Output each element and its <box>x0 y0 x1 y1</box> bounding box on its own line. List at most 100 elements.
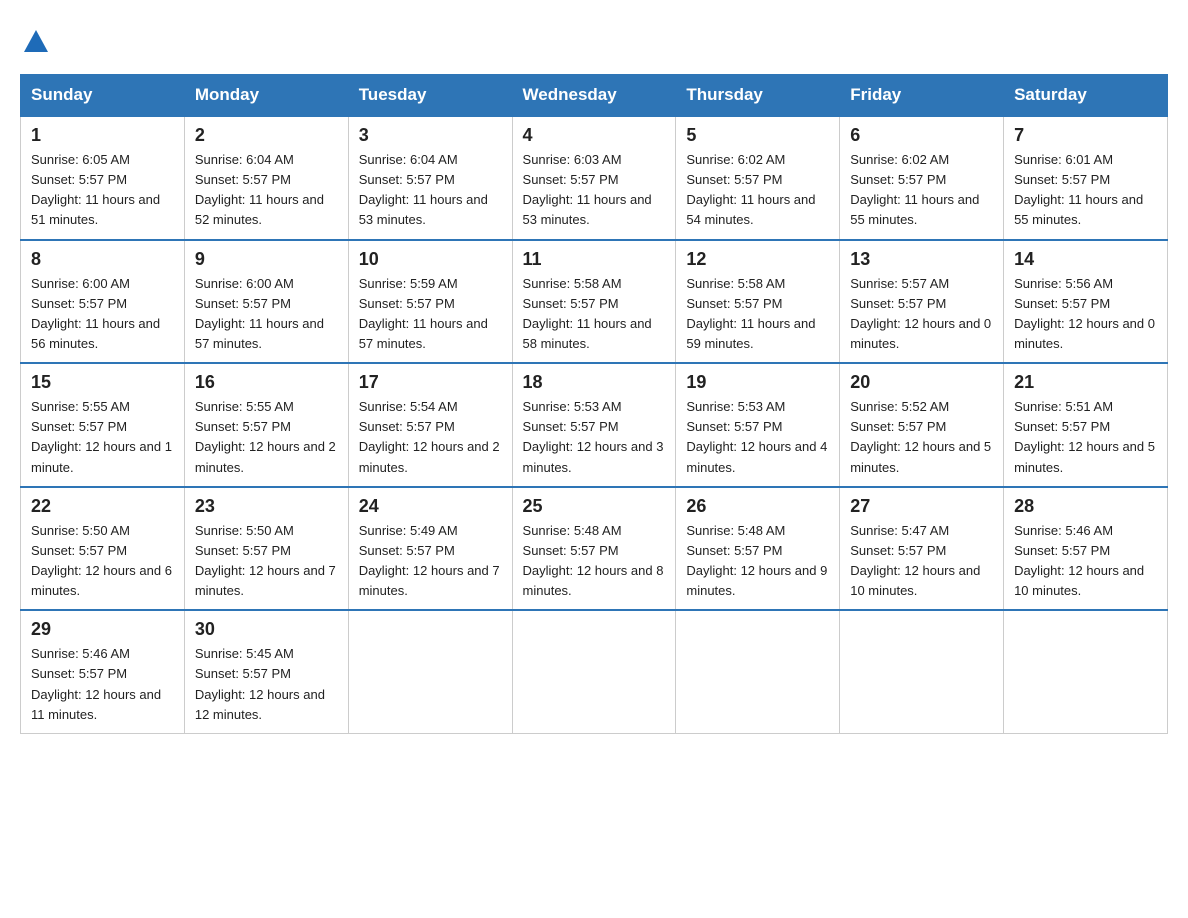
day-number: 16 <box>195 372 338 393</box>
calendar-cell: 9 Sunrise: 6:00 AMSunset: 5:57 PMDaylight… <box>184 240 348 364</box>
day-number: 2 <box>195 125 338 146</box>
day-number: 5 <box>686 125 829 146</box>
day-info: Sunrise: 5:48 AMSunset: 5:57 PMDaylight:… <box>523 521 666 602</box>
calendar-cell: 20 Sunrise: 5:52 AMSunset: 5:57 PMDayligh… <box>840 363 1004 487</box>
calendar-cell: 19 Sunrise: 5:53 AMSunset: 5:57 PMDayligh… <box>676 363 840 487</box>
calendar-cell: 5 Sunrise: 6:02 AMSunset: 5:57 PMDaylight… <box>676 116 840 240</box>
calendar-cell: 3 Sunrise: 6:04 AMSunset: 5:57 PMDaylight… <box>348 116 512 240</box>
week-row-1: 1 Sunrise: 6:05 AMSunset: 5:57 PMDaylight… <box>21 116 1168 240</box>
day-number: 25 <box>523 496 666 517</box>
day-number: 20 <box>850 372 993 393</box>
day-info: Sunrise: 5:55 AMSunset: 5:57 PMDaylight:… <box>31 397 174 478</box>
day-number: 3 <box>359 125 502 146</box>
day-number: 24 <box>359 496 502 517</box>
day-info: Sunrise: 5:59 AMSunset: 5:57 PMDaylight:… <box>359 274 502 355</box>
day-info: Sunrise: 6:01 AMSunset: 5:57 PMDaylight:… <box>1014 150 1157 231</box>
day-number: 11 <box>523 249 666 270</box>
calendar-cell <box>348 610 512 733</box>
day-info: Sunrise: 5:53 AMSunset: 5:57 PMDaylight:… <box>686 397 829 478</box>
day-number: 23 <box>195 496 338 517</box>
day-info: Sunrise: 6:00 AMSunset: 5:57 PMDaylight:… <box>195 274 338 355</box>
day-number: 26 <box>686 496 829 517</box>
week-row-2: 8 Sunrise: 6:00 AMSunset: 5:57 PMDaylight… <box>21 240 1168 364</box>
day-number: 1 <box>31 125 174 146</box>
day-number: 19 <box>686 372 829 393</box>
day-number: 6 <box>850 125 993 146</box>
calendar-table: SundayMondayTuesdayWednesdayThursdayFrid… <box>20 74 1168 734</box>
day-number: 9 <box>195 249 338 270</box>
logo-triangle-icon <box>24 30 48 52</box>
day-info: Sunrise: 5:51 AMSunset: 5:57 PMDaylight:… <box>1014 397 1157 478</box>
calendar-cell: 8 Sunrise: 6:00 AMSunset: 5:57 PMDaylight… <box>21 240 185 364</box>
weekday-header-thursday: Thursday <box>676 75 840 117</box>
day-info: Sunrise: 6:03 AMSunset: 5:57 PMDaylight:… <box>523 150 666 231</box>
calendar-cell: 21 Sunrise: 5:51 AMSunset: 5:57 PMDayligh… <box>1004 363 1168 487</box>
day-number: 18 <box>523 372 666 393</box>
calendar-cell: 12 Sunrise: 5:58 AMSunset: 5:57 PMDayligh… <box>676 240 840 364</box>
day-info: Sunrise: 5:46 AMSunset: 5:57 PMDaylight:… <box>1014 521 1157 602</box>
day-number: 4 <box>523 125 666 146</box>
calendar-cell: 13 Sunrise: 5:57 AMSunset: 5:57 PMDayligh… <box>840 240 1004 364</box>
day-info: Sunrise: 5:48 AMSunset: 5:57 PMDaylight:… <box>686 521 829 602</box>
calendar-cell: 18 Sunrise: 5:53 AMSunset: 5:57 PMDayligh… <box>512 363 676 487</box>
day-info: Sunrise: 5:57 AMSunset: 5:57 PMDaylight:… <box>850 274 993 355</box>
day-number: 28 <box>1014 496 1157 517</box>
day-info: Sunrise: 6:05 AMSunset: 5:57 PMDaylight:… <box>31 150 174 231</box>
day-info: Sunrise: 5:50 AMSunset: 5:57 PMDaylight:… <box>195 521 338 602</box>
logo <box>20 30 48 54</box>
day-number: 8 <box>31 249 174 270</box>
calendar-cell: 30 Sunrise: 5:45 AMSunset: 5:57 PMDayligh… <box>184 610 348 733</box>
day-number: 7 <box>1014 125 1157 146</box>
calendar-cell: 27Sunrise: 5:47 AMSunset: 5:57 PMDayligh… <box>840 487 1004 611</box>
day-number: 29 <box>31 619 174 640</box>
day-number: 13 <box>850 249 993 270</box>
calendar-cell: 16 Sunrise: 5:55 AMSunset: 5:57 PMDayligh… <box>184 363 348 487</box>
day-info: Sunrise: 5:49 AMSunset: 5:57 PMDaylight:… <box>359 521 502 602</box>
day-info: Sunrise: 5:50 AMSunset: 5:57 PMDaylight:… <box>31 521 174 602</box>
day-number: 15 <box>31 372 174 393</box>
day-info: Sunrise: 5:53 AMSunset: 5:57 PMDaylight:… <box>523 397 666 478</box>
day-info: Sunrise: 5:55 AMSunset: 5:57 PMDaylight:… <box>195 397 338 478</box>
calendar-cell: 2 Sunrise: 6:04 AMSunset: 5:57 PMDaylight… <box>184 116 348 240</box>
calendar-cell: 23 Sunrise: 5:50 AMSunset: 5:57 PMDayligh… <box>184 487 348 611</box>
day-number: 21 <box>1014 372 1157 393</box>
day-info: Sunrise: 5:46 AMSunset: 5:57 PMDaylight:… <box>31 644 174 725</box>
calendar-cell: 26 Sunrise: 5:48 AMSunset: 5:57 PMDayligh… <box>676 487 840 611</box>
day-number: 22 <box>31 496 174 517</box>
day-info: Sunrise: 5:52 AMSunset: 5:57 PMDaylight:… <box>850 397 993 478</box>
calendar-cell <box>676 610 840 733</box>
weekday-header-row: SundayMondayTuesdayWednesdayThursdayFrid… <box>21 75 1168 117</box>
calendar-cell: 6Sunrise: 6:02 AMSunset: 5:57 PMDaylight… <box>840 116 1004 240</box>
day-number: 30 <box>195 619 338 640</box>
calendar-cell: 10 Sunrise: 5:59 AMSunset: 5:57 PMDayligh… <box>348 240 512 364</box>
page-header <box>20 20 1168 54</box>
calendar-cell: 7 Sunrise: 6:01 AMSunset: 5:57 PMDaylight… <box>1004 116 1168 240</box>
day-info: Sunrise: 6:04 AMSunset: 5:57 PMDaylight:… <box>195 150 338 231</box>
day-number: 17 <box>359 372 502 393</box>
weekday-header-saturday: Saturday <box>1004 75 1168 117</box>
day-info: Sunrise: 6:00 AMSunset: 5:57 PMDaylight:… <box>31 274 174 355</box>
calendar-cell: 28 Sunrise: 5:46 AMSunset: 5:57 PMDayligh… <box>1004 487 1168 611</box>
week-row-5: 29 Sunrise: 5:46 AMSunset: 5:57 PMDayligh… <box>21 610 1168 733</box>
calendar-cell <box>840 610 1004 733</box>
weekday-header-wednesday: Wednesday <box>512 75 676 117</box>
calendar-cell: 17 Sunrise: 5:54 AMSunset: 5:57 PMDayligh… <box>348 363 512 487</box>
day-info: Sunrise: 5:58 AMSunset: 5:57 PMDaylight:… <box>686 274 829 355</box>
day-info: Sunrise: 5:45 AMSunset: 5:57 PMDaylight:… <box>195 644 338 725</box>
day-info: Sunrise: 5:54 AMSunset: 5:57 PMDaylight:… <box>359 397 502 478</box>
calendar-cell <box>1004 610 1168 733</box>
week-row-3: 15 Sunrise: 5:55 AMSunset: 5:57 PMDayligh… <box>21 363 1168 487</box>
calendar-cell: 11 Sunrise: 5:58 AMSunset: 5:57 PMDayligh… <box>512 240 676 364</box>
day-number: 12 <box>686 249 829 270</box>
weekday-header-friday: Friday <box>840 75 1004 117</box>
day-info: Sunrise: 5:58 AMSunset: 5:57 PMDaylight:… <box>523 274 666 355</box>
calendar-cell: 22 Sunrise: 5:50 AMSunset: 5:57 PMDayligh… <box>21 487 185 611</box>
week-row-4: 22 Sunrise: 5:50 AMSunset: 5:57 PMDayligh… <box>21 487 1168 611</box>
day-number: 14 <box>1014 249 1157 270</box>
day-number: 10 <box>359 249 502 270</box>
day-info: Sunrise: 5:56 AMSunset: 5:57 PMDaylight:… <box>1014 274 1157 355</box>
calendar-cell: 25 Sunrise: 5:48 AMSunset: 5:57 PMDayligh… <box>512 487 676 611</box>
weekday-header-sunday: Sunday <box>21 75 185 117</box>
day-info: Sunrise: 6:04 AMSunset: 5:57 PMDaylight:… <box>359 150 502 231</box>
day-info: Sunrise: 6:02 AMSunset: 5:57 PMDaylight:… <box>686 150 829 231</box>
